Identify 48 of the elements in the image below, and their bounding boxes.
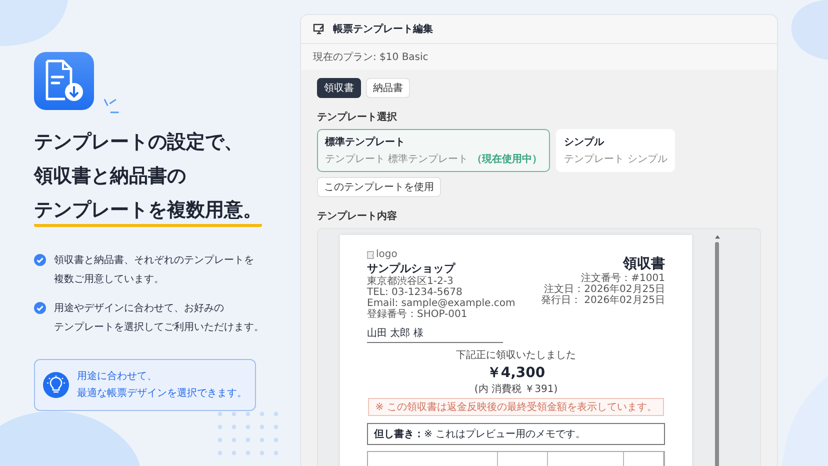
tip-text: 用途に合わせて、	[77, 370, 158, 384]
tab[interactable]: 領収書	[317, 78, 361, 98]
scrollbar[interactable]	[714, 235, 720, 466]
shop-info-text: TEL: 03-1234-5678	[367, 287, 464, 298]
tax-text: (内 消費税 ￥391)	[474, 382, 558, 396]
section-heading: テンプレート選択	[317, 110, 398, 124]
received-text: 下記正に領収いたしました	[456, 348, 576, 362]
status-text: （現在使用中）	[472, 152, 542, 166]
template-description: テンプレート 標準テンプレート	[325, 152, 468, 166]
memo-label: 但し書き：	[374, 428, 424, 441]
feature-text: 用途やデザインに合わせて、お好みの	[54, 302, 225, 316]
shop-info-text: 東京都渋谷区1-2-3	[367, 276, 454, 287]
template-description: テンプレート シンプル	[564, 152, 668, 166]
broken-image-icon	[367, 250, 375, 258]
tip-text: 最適な帳票デザインを選択できます。	[77, 386, 247, 401]
logo-alt-text: logo	[376, 249, 398, 260]
headline-text: テンプレートの設定で、	[34, 130, 243, 155]
feature-text: 複数ご用意しています。	[54, 272, 165, 287]
section-heading: テンプレート内容	[317, 209, 398, 223]
order-info-text: 注文番号：#1001	[580, 273, 665, 284]
notice-box: ※ この領収書は返金反映後の最終受領金額を表示しています。	[368, 398, 664, 416]
feature-text: 領収書と納品書、それぞれのテンプレートを	[54, 254, 254, 268]
document-title: 領収書	[623, 255, 665, 273]
template-name: シンプル	[564, 135, 606, 149]
feature-text: テンプレートを選択してご利用いただけます。	[54, 320, 264, 335]
shop-info-text: 登録番号：SHOP-001	[367, 309, 468, 320]
memo-text: ※ これはプレビュー用のメモです。	[424, 428, 586, 441]
customer-name: 山田 太郎 様	[367, 326, 503, 343]
document-download-icon	[34, 52, 94, 110]
amount-text: ￥4,300	[486, 364, 546, 382]
monitor-edit-icon	[313, 23, 325, 35]
shop-name: サンプルショップ	[367, 261, 456, 276]
template-card[interactable]: 標準テンプレート テンプレート 標準テンプレート （現在使用中）	[317, 129, 550, 172]
background-blob	[0, 0, 70, 48]
tab[interactable]: 納品書	[366, 78, 410, 98]
order-info-text: 注文日：2026年02月25日	[543, 284, 665, 295]
panel-title: 帳票テンプレート編集	[333, 22, 433, 36]
shop-info-text: Email: sample@example.com	[367, 298, 516, 309]
headline-text: テンプレートを複数用意。	[34, 196, 262, 227]
sparkle-lines-icon	[102, 98, 120, 116]
template-card[interactable]: シンプル テンプレート シンプル	[556, 129, 676, 172]
order-info-text: 発行日： 2026年02月25日	[540, 295, 665, 306]
headline-text: 領収書と納品書の	[34, 164, 186, 189]
lightbulb-icon	[43, 372, 69, 398]
scroll-up-arrow-icon[interactable]	[714, 235, 720, 239]
template-name: 標準テンプレート	[325, 135, 406, 149]
use-template-button[interactable]: このテンプレートを使用	[317, 177, 441, 197]
plan-label: 現在のプラン: $10 Basic	[301, 44, 777, 70]
